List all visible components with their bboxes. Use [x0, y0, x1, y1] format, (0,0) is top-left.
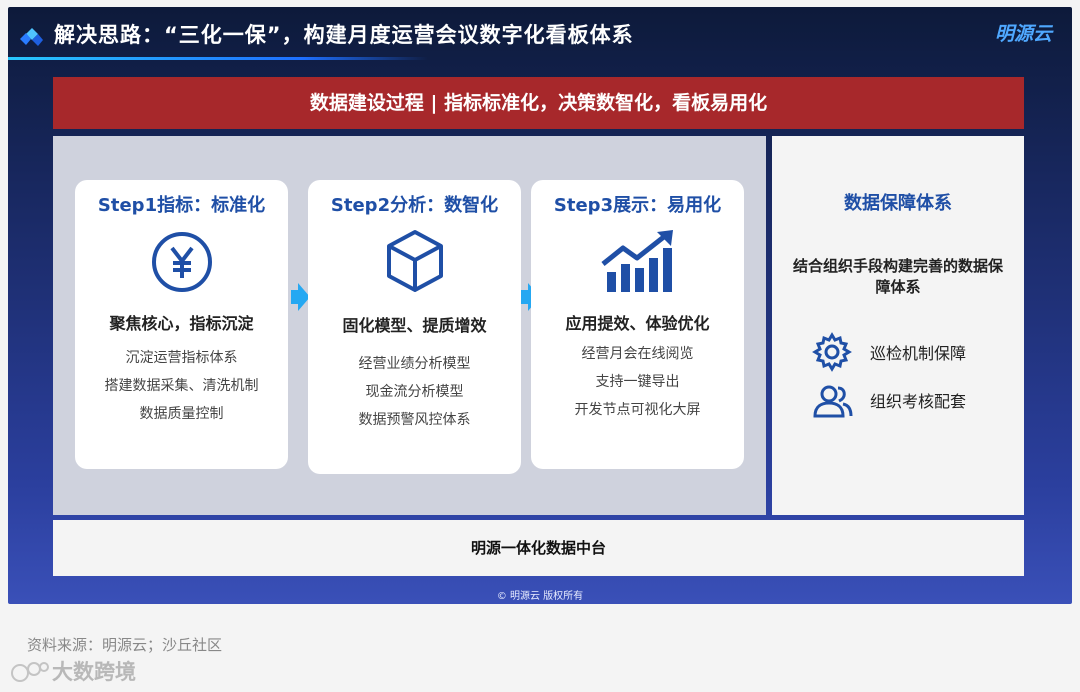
growth-chart-icon	[600, 230, 673, 292]
step-card-1: Step1指标：标准化 聚焦核心，指标沉淀 沉淀运营指标体系 搭建数据采集、清洗…	[75, 180, 288, 469]
source-note: 资料来源：明源云；沙丘社区	[27, 636, 223, 654]
brand-logo: 明源云	[994, 23, 1052, 45]
copyright: © 明源云 版权所有	[496, 591, 584, 602]
step-item: 开发节点可视化大屏	[574, 402, 701, 418]
step-item: 沉淀运营指标体系	[125, 350, 238, 366]
guarantee-item-inspection: 巡检机制保障	[870, 344, 967, 363]
step-item: 经营业绩分析模型	[358, 356, 471, 372]
title-row: 解决思路：“三化一保”，构建月度运营会议数字化看板体系 明源云	[8, 7, 1072, 60]
step-item: 经营月会在线阅览	[581, 346, 694, 362]
step-head: 应用提效、体验优化	[565, 314, 710, 333]
step-head: 固化模型、提质增效	[342, 316, 487, 335]
watermark-logo-icon	[11, 662, 49, 682]
slide: 解决思路：“三化一保”，构建月度运营会议数字化看板体系 明源云 数据建设过程 |…	[8, 7, 1072, 604]
title-underline	[8, 57, 428, 60]
step-title: Step2分析：数智化	[330, 195, 499, 216]
gear-icon	[812, 332, 852, 372]
step-card-3: Step3展示：易用化 应用提效、体验优化 经营月会在线阅览 支持一键导出 开发…	[531, 180, 744, 469]
cube-icon	[386, 230, 443, 292]
guarantee-title: 数据保障体系	[844, 193, 952, 214]
yen-circle-icon	[151, 232, 212, 292]
step-title: Step3展示：易用化	[553, 195, 722, 216]
banner: 数据建设过程 | 指标标准化，决策数智化，看板易用化	[53, 77, 1024, 129]
step-item: 数据预警风控体系	[358, 412, 471, 428]
watermark: 大数跨境	[52, 660, 136, 684]
diamond-logo-icon	[20, 28, 43, 46]
step-item: 支持一键导出	[595, 374, 680, 390]
page-title: 解决思路：“三化一保”，构建月度运营会议数字化看板体系	[54, 23, 634, 47]
step-item: 搭建数据采集、清洗机制	[104, 378, 259, 394]
step-card-2: Step2分析：数智化 固化模型、提质增效 经营业绩分析模型 现金流分析模型 数…	[308, 180, 521, 474]
step-item: 数据质量控制	[139, 406, 224, 422]
step-title: Step1指标：标准化	[97, 195, 266, 216]
guarantee-desc: 结合组织手段构建完善的数据保障体系	[792, 257, 1003, 296]
step-item: 现金流分析模型	[365, 384, 464, 400]
step-head: 聚焦核心，指标沉淀	[109, 314, 254, 333]
guarantee-panel: 数据保障体系 结合组织手段构建完善的数据保障体系 巡检机制保障 组织考核配套	[772, 136, 1024, 515]
platform-bar: 明源一体化数据中台	[53, 520, 1024, 576]
guarantee-item-assessment: 组织考核配套	[870, 392, 967, 411]
users-icon	[813, 385, 853, 418]
